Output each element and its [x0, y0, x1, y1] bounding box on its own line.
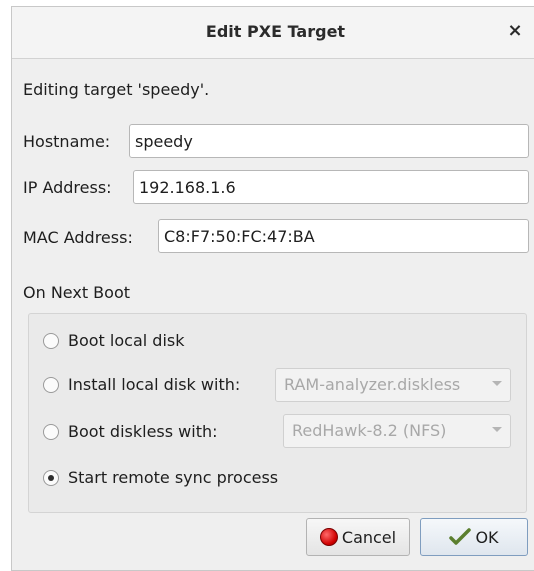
chevron-down-icon — [492, 427, 502, 432]
option-label-boot-diskless[interactable]: Boot diskless with: — [68, 422, 218, 441]
ok-check-icon — [449, 528, 472, 546]
cancel-icon — [319, 528, 338, 546]
diskless-image-select[interactable]: RedHawk-8.2 (NFS) — [283, 414, 511, 448]
option-label-boot-local-disk[interactable]: Boot local disk — [68, 331, 184, 350]
on-next-boot-heading: On Next Boot — [23, 283, 131, 302]
radio-boot-diskless[interactable] — [43, 424, 59, 440]
option-label-install-local-disk[interactable]: Install local disk with: — [68, 375, 240, 394]
mac-address-field[interactable] — [158, 219, 529, 253]
diskless-image-value: RedHawk-8.2 (NFS) — [292, 421, 447, 440]
ok-button[interactable]: OK — [420, 518, 528, 556]
option-label-start-remote-sync[interactable]: Start remote sync process — [68, 468, 278, 487]
radio-boot-local-disk[interactable] — [43, 333, 59, 349]
hostname-field[interactable] — [129, 124, 529, 158]
edit-pxe-target-dialog: Edit PXE Target × Editing target 'speedy… — [11, 6, 534, 571]
cancel-button-label: Cancel — [341, 527, 397, 547]
ip-address-field[interactable] — [133, 170, 529, 204]
install-image-value: RAM-analyzer.diskless — [284, 375, 461, 394]
close-icon[interactable]: × — [503, 19, 527, 43]
ip-address-label: IP Address: — [23, 178, 112, 197]
title-bar: Edit PXE Target × — [12, 7, 534, 59]
dialog-title: Edit PXE Target — [205, 22, 346, 41]
editing-message: Editing target 'speedy'. — [23, 80, 210, 99]
radio-install-local-disk[interactable] — [43, 377, 59, 393]
chevron-down-icon — [492, 381, 502, 386]
install-image-select[interactable]: RAM-analyzer.diskless — [275, 368, 511, 402]
hostname-label: Hostname: — [23, 132, 111, 151]
radio-start-remote-sync[interactable] — [43, 470, 59, 486]
mac-address-label: MAC Address: — [23, 228, 133, 247]
cancel-button[interactable]: Cancel — [306, 518, 410, 556]
ok-button-label: OK — [475, 527, 499, 547]
